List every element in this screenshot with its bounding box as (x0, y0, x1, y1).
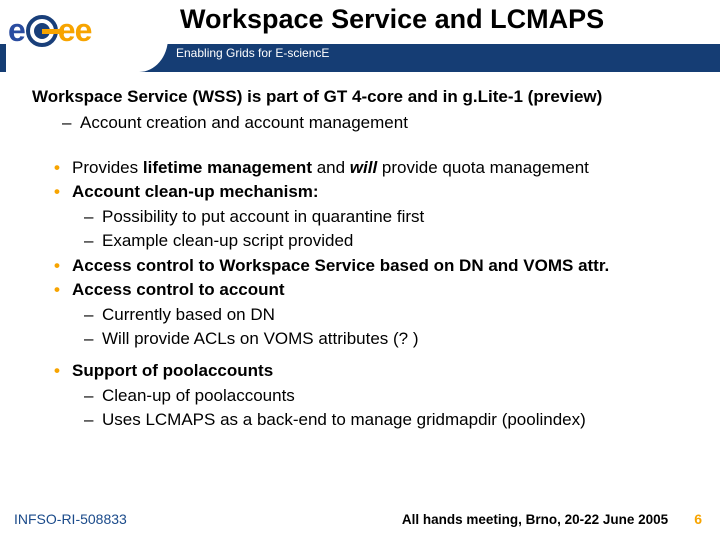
footer-right-group: All hands meeting, Brno, 20-22 June 2005… (402, 511, 702, 527)
slide-title: Workspace Service and LCMAPS (180, 4, 714, 35)
b1-will: will (350, 158, 377, 177)
slide-tagline: Enabling Grids for E-sciencE (176, 46, 329, 60)
b1-strong: lifetime management (143, 158, 312, 177)
bullet-list: Provides lifetime management and will pr… (32, 157, 696, 432)
intro-sub: Account creation and account management (32, 112, 696, 134)
content-area: Workspace Service (WSS) is part of GT 4-… (0, 72, 720, 432)
b1-mid: and (312, 158, 350, 177)
sub-pool-cleanup: Clean-up of poolaccounts (54, 385, 696, 407)
bullet-access-wss: Access control to Workspace Service base… (54, 255, 696, 277)
b1-post: provide quota management (377, 158, 589, 177)
sub-dn: Currently based on DN (54, 304, 696, 326)
sub-example-script: Example clean-up script provided (54, 230, 696, 252)
logo-letter-e: e (8, 12, 26, 49)
egee-logo: e ee (8, 12, 168, 49)
intro-prefix: Workspace Service (WSS) is part of GT (32, 87, 347, 106)
bullet-access-account: Access control to account (54, 279, 696, 301)
sub-acls: Will provide ACLs on VOMS attributes (? … (54, 328, 696, 350)
bullet-cleanup: Account clean-up mechanism: (54, 181, 696, 203)
logo-globe-icon (26, 15, 58, 47)
page-number: 6 (694, 511, 702, 527)
logo-container: e ee (6, 4, 168, 72)
sub-lcmaps: Uses LCMAPS as a back-end to manage grid… (54, 409, 696, 431)
sub-quarantine: Possibility to put account in quarantine… (54, 206, 696, 228)
header: e ee Workspace Service and LCMAPS Enabli… (0, 0, 720, 72)
footer-meeting: All hands meeting, Brno, 20-22 June 2005 (402, 512, 668, 527)
intro-line: Workspace Service (WSS) is part of GT 4-… (32, 86, 696, 108)
footer: INFSO-RI-508833 All hands meeting, Brno,… (0, 508, 720, 530)
footer-ref: INFSO-RI-508833 (14, 511, 127, 527)
b1-pre: Provides (72, 158, 143, 177)
bullet-poolaccounts: Support of poolaccounts (54, 360, 696, 382)
intro-rest: -core and in g.Lite-1 (preview) (361, 87, 602, 106)
bullet-lifetime: Provides lifetime management and will pr… (54, 157, 696, 179)
